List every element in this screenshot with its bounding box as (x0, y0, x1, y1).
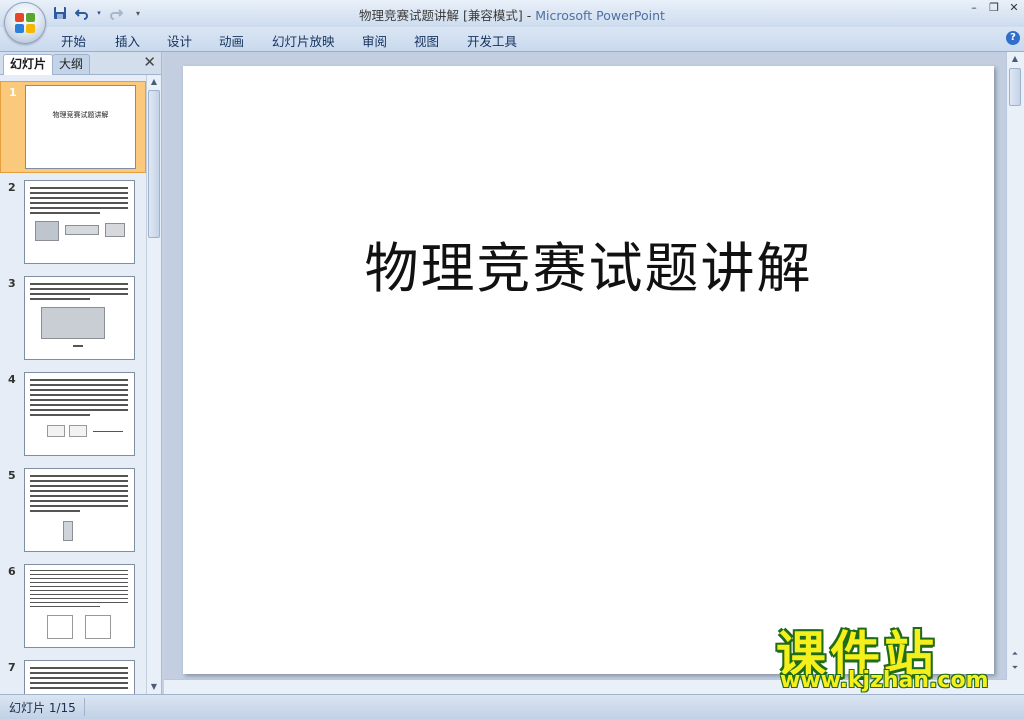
slide-thumbnail-image (24, 180, 135, 264)
slide-number: 5 (8, 469, 16, 482)
scroll-down-icon[interactable]: ▼ (148, 681, 160, 693)
office-button[interactable] (4, 2, 46, 44)
window-title: 物理竞赛试题讲解 [兼容模式] - Microsoft PowerPoint (0, 5, 1024, 24)
thumbnail-list: 1 物理竞赛试题讲解 2 3 4 5 6 7 (0, 75, 146, 694)
restore-icon[interactable]: ❐ (988, 1, 1000, 14)
slide-thumbnail-2[interactable]: 2 (0, 177, 146, 269)
minimize-icon[interactable]: – (968, 1, 980, 14)
slide-thumbnail-3[interactable]: 3 (0, 273, 146, 365)
title-separator: - (522, 8, 536, 23)
tab-slides[interactable]: 幻灯片 (3, 54, 54, 75)
slide-thumbnail-1[interactable]: 1 物理竞赛试题讲解 (0, 81, 146, 173)
close-icon[interactable]: ✕ (1008, 1, 1020, 14)
slide-title[interactable]: 物理竞赛试题讲解 (183, 224, 994, 303)
slide-thumbnail-image (24, 372, 135, 456)
title-bar: ▾ ▾ 物理竞赛试题讲解 [兼容模式] - Microsoft PowerPoi… (0, 0, 1024, 28)
watermark-url: www.kjzhan.com (780, 668, 989, 693)
tab-developer[interactable]: 开发工具 (467, 31, 517, 50)
slide-number: 1 (9, 86, 17, 99)
close-pane-icon[interactable]: ✕ (143, 53, 156, 71)
scroll-up-icon[interactable]: ▲ (148, 76, 160, 88)
next-slide-icon[interactable]: ⏷ (1009, 662, 1021, 674)
tab-view[interactable]: 视图 (414, 31, 439, 50)
slide-editing-area: 物理竞赛试题讲解 ▲ ⏶ ⏷ (164, 52, 1024, 694)
slide-thumbnail-image (24, 468, 135, 552)
slide-indicator: 幻灯片 1/15 (9, 701, 76, 715)
tab-animations[interactable]: 动画 (219, 31, 244, 50)
tab-review[interactable]: 审阅 (362, 31, 387, 50)
tab-home[interactable]: 开始 (61, 31, 86, 50)
slide-thumbnail-4[interactable]: 4 (0, 369, 146, 461)
slide-thumbnail-6[interactable]: 6 (0, 561, 146, 653)
slides-pane: 幻灯片 大纲 ✕ 1 物理竞赛试题讲解 2 3 4 5 6 7 ▲ ▼ (0, 52, 162, 694)
thumbnail-title: 物理竞赛试题讲解 (52, 111, 109, 119)
scrollbar-thumb[interactable] (1009, 68, 1021, 106)
tab-outline[interactable]: 大纲 (52, 54, 91, 74)
app-name: Microsoft PowerPoint (535, 8, 665, 23)
window-controls: – ❐ ✕ (968, 1, 1020, 14)
help-icon[interactable]: ? (1006, 31, 1020, 45)
tab-design[interactable]: 设计 (167, 31, 192, 50)
pane-tabs: 幻灯片 大纲 ✕ (0, 52, 161, 75)
office-logo-icon (15, 13, 35, 33)
status-divider (84, 698, 85, 716)
scrollbar-thumb[interactable] (148, 90, 160, 238)
previous-slide-icon[interactable]: ⏶ (1009, 648, 1021, 660)
slide-thumbnail-image (24, 660, 135, 694)
status-bar: 幻灯片 1/15 (0, 694, 1024, 719)
slide-number: 6 (8, 565, 16, 578)
slide-thumbnail-5[interactable]: 5 (0, 465, 146, 557)
slide-number: 7 (8, 661, 16, 674)
slide-thumbnail-image: 物理竞赛试题讲解 (25, 85, 136, 169)
tab-insert[interactable]: 插入 (115, 31, 140, 50)
slide-scrollbar[interactable]: ▲ ⏶ ⏷ (1006, 52, 1024, 694)
slide-thumbnail-image (24, 564, 135, 648)
slide-thumbnail-image (24, 276, 135, 360)
ribbon-tabs: 开始 插入 设计 动画 幻灯片放映 审阅 视图 开发工具 ? (0, 27, 1024, 52)
scroll-up-icon[interactable]: ▲ (1009, 53, 1021, 65)
thumbnail-scrollbar[interactable]: ▲ ▼ (146, 75, 161, 694)
slide-number: 2 (8, 181, 16, 194)
document-title: 物理竞赛试题讲解 [兼容模式] (359, 8, 523, 23)
slide-thumbnail-7[interactable]: 7 (0, 657, 146, 694)
slide-number: 3 (8, 277, 16, 290)
slide-number: 4 (8, 373, 16, 386)
slide-canvas[interactable]: 物理竞赛试题讲解 (183, 66, 994, 674)
tab-slideshow[interactable]: 幻灯片放映 (272, 31, 335, 50)
